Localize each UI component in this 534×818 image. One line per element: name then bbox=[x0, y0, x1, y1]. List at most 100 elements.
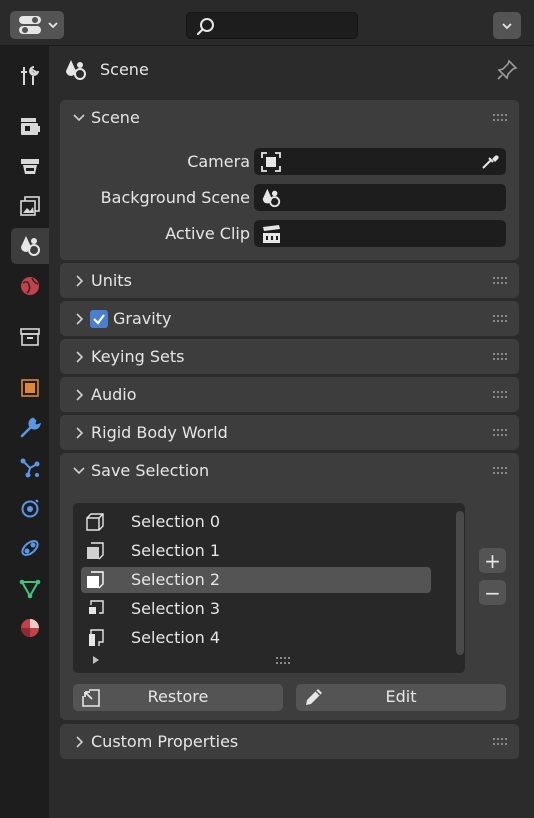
list-item[interactable]: Selection 0 bbox=[81, 509, 431, 535]
list-item[interactable]: Selection 3 bbox=[81, 596, 431, 622]
tab-data[interactable] bbox=[11, 570, 49, 606]
restore-button[interactable]: Restore bbox=[73, 684, 283, 711]
physics-icon bbox=[21, 499, 39, 518]
panel-title: Gravity bbox=[113, 309, 172, 328]
keying-sets-panel-header[interactable]: Keying Sets bbox=[60, 339, 519, 375]
chevron-right-icon bbox=[76, 736, 84, 748]
chevron-down-icon bbox=[73, 114, 85, 122]
world-icon bbox=[21, 277, 39, 295]
edit-button[interactable]: Edit bbox=[296, 684, 506, 711]
save-selection-panel: Save Selection Selection 0 Selection 1 S… bbox=[60, 453, 519, 720]
tab-object[interactable] bbox=[11, 370, 49, 406]
drag-handle-icon[interactable] bbox=[493, 737, 509, 747]
active-clip-field[interactable] bbox=[254, 220, 506, 247]
drag-handle-icon[interactable] bbox=[493, 314, 509, 324]
tab-collection[interactable] bbox=[11, 319, 49, 355]
tool-icon bbox=[21, 66, 39, 85]
tab-world[interactable] bbox=[11, 268, 49, 304]
options-dropdown-button[interactable] bbox=[493, 12, 521, 39]
selection-list[interactable]: Selection 0 Selection 1 Selection 2 Sele… bbox=[73, 503, 465, 673]
panel-title: Custom Properties bbox=[91, 732, 239, 751]
tab-tool[interactable] bbox=[11, 58, 49, 94]
selection-cube-icon bbox=[87, 571, 104, 589]
drag-handle-icon[interactable] bbox=[493, 428, 509, 438]
selection-cube-icon bbox=[86, 513, 104, 531]
remove-selection-button[interactable]: − bbox=[479, 580, 506, 605]
context-breadcrumb: Scene bbox=[49, 46, 534, 94]
units-panel-header[interactable]: Units bbox=[60, 263, 519, 299]
selection-cube-icon bbox=[89, 629, 104, 646]
pin-icon[interactable] bbox=[495, 58, 519, 82]
tab-material[interactable] bbox=[11, 610, 49, 646]
rigid-body-world-panel[interactable]: Rigid Body World bbox=[60, 415, 519, 450]
list-item-selected[interactable]: Selection 2 bbox=[81, 567, 431, 593]
panel-title: Save Selection bbox=[91, 461, 210, 480]
drag-handle-icon[interactable] bbox=[493, 113, 509, 123]
list-item-label: Selection 1 bbox=[131, 541, 220, 560]
particles-icon bbox=[20, 458, 40, 478]
panel-title: Keying Sets bbox=[91, 347, 185, 366]
selection-cube-icon bbox=[87, 542, 104, 560]
properties-header bbox=[0, 0, 534, 46]
chevron-right-icon bbox=[76, 275, 84, 287]
gravity-panel-header[interactable]: Gravity bbox=[60, 301, 519, 337]
edit-label: Edit bbox=[385, 687, 417, 706]
drag-handle-icon[interactable] bbox=[493, 390, 509, 400]
list-item[interactable]: Selection 1 bbox=[81, 538, 431, 564]
triangle-right-icon[interactable] bbox=[91, 655, 101, 665]
tab-view-layer[interactable] bbox=[11, 188, 49, 224]
scene-icon bbox=[66, 60, 86, 80]
custom-properties-panel[interactable]: Custom Properties bbox=[60, 724, 519, 759]
view-layer-icon bbox=[20, 196, 40, 216]
clip-icon bbox=[263, 225, 280, 243]
tab-output[interactable] bbox=[11, 148, 49, 184]
tab-render[interactable] bbox=[11, 108, 49, 144]
list-scrollbar[interactable] bbox=[456, 511, 464, 655]
plus-icon: + bbox=[484, 548, 501, 573]
chevron-right-icon bbox=[76, 351, 84, 363]
search-input[interactable] bbox=[186, 12, 358, 39]
wrench-icon bbox=[20, 417, 42, 438]
panel-title: Audio bbox=[91, 385, 137, 404]
list-resize-handle-icon[interactable] bbox=[276, 656, 292, 666]
save-selection-panel-header[interactable]: Save Selection bbox=[60, 453, 519, 489]
editor-type-button[interactable] bbox=[10, 11, 64, 39]
audio-panel-header[interactable]: Audio bbox=[60, 377, 519, 413]
restore-label: Restore bbox=[147, 687, 209, 706]
scene-panel-header[interactable]: Scene bbox=[60, 100, 519, 136]
chevron-right-icon bbox=[76, 389, 84, 401]
list-item-label: Selection 3 bbox=[131, 599, 220, 618]
checkmark-icon bbox=[93, 314, 105, 325]
background-scene-field[interactable] bbox=[254, 184, 506, 211]
panel-title: Units bbox=[91, 271, 132, 290]
tab-modifiers[interactable] bbox=[11, 410, 49, 446]
list-item-label: Selection 0 bbox=[131, 512, 220, 531]
camera-label: Camera bbox=[187, 152, 250, 171]
units-panel[interactable]: Units bbox=[60, 263, 519, 298]
list-item[interactable]: Selection 4 bbox=[81, 625, 431, 651]
tab-constraints[interactable] bbox=[11, 530, 49, 566]
audio-panel[interactable]: Audio bbox=[60, 377, 519, 412]
drag-handle-icon[interactable] bbox=[493, 352, 509, 362]
keying-sets-panel[interactable]: Keying Sets bbox=[60, 339, 519, 374]
constraints-icon bbox=[21, 540, 39, 556]
scene-icon bbox=[262, 188, 281, 208]
collection-icon bbox=[20, 328, 40, 346]
chevron-right-icon bbox=[76, 427, 84, 439]
gravity-checkbox[interactable] bbox=[90, 310, 108, 328]
camera-field[interactable] bbox=[254, 148, 506, 175]
background-scene-label: Background Scene bbox=[100, 188, 250, 207]
active-clip-label: Active Clip bbox=[165, 224, 250, 243]
tab-scene[interactable] bbox=[11, 228, 49, 264]
rigid-body-world-panel-header[interactable]: Rigid Body World bbox=[60, 415, 519, 451]
drag-handle-icon[interactable] bbox=[493, 276, 509, 286]
eyedropper-icon[interactable] bbox=[480, 151, 500, 171]
chevron-down-icon bbox=[73, 467, 85, 475]
custom-properties-panel-header[interactable]: Custom Properties bbox=[60, 724, 519, 760]
drag-handle-icon[interactable] bbox=[493, 466, 509, 476]
add-selection-button[interactable]: + bbox=[479, 548, 506, 573]
tab-particles[interactable] bbox=[11, 450, 49, 486]
gravity-panel[interactable]: Gravity bbox=[60, 301, 519, 336]
camera-icon bbox=[261, 152, 281, 172]
tab-physics[interactable] bbox=[11, 490, 49, 526]
